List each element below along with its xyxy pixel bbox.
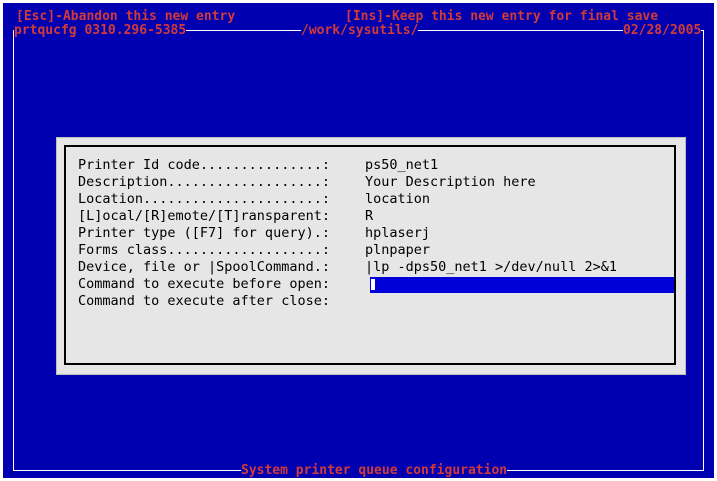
field-value[interactable]: Your Description here — [365, 174, 536, 191]
program-version-label: prtqucfg 0310.296-5385 — [14, 23, 187, 38]
printer-entry-form: Printer Id code...............: ps50_net… — [56, 137, 686, 375]
ins-keep-hint[interactable]: [Ins]-Keep this new entry for final save — [345, 9, 659, 24]
field-label: Command to execute after close: — [78, 293, 330, 309]
field-label: Forms class...................: — [78, 242, 330, 258]
field-label: Location......................: — [78, 191, 330, 207]
date-label: 02/28/2005 — [623, 23, 702, 38]
right-border-line — [703, 30, 704, 471]
text-cursor — [371, 279, 375, 290]
field-value[interactable]: location — [365, 191, 430, 208]
esc-abandon-hint[interactable]: [Esc]-Abandon this new entry — [16, 9, 236, 24]
field-value[interactable]: hplaserj — [365, 225, 430, 242]
field-label: Command to execute before open: — [78, 276, 330, 292]
field-value[interactable]: plnpaper — [365, 242, 430, 259]
form-frame: Printer Id code...............: ps50_net… — [64, 145, 676, 365]
active-input-field[interactable] — [370, 277, 674, 293]
field-value[interactable]: ps50_net1 — [365, 157, 438, 174]
working-path-label: /work/sysutils/ — [301, 23, 419, 38]
field-label: Description...................: — [78, 174, 330, 190]
terminal-screen: [Esc]-Abandon this new entry [Ins]-Keep … — [3, 3, 714, 478]
screen-title: System printer queue configuration — [241, 463, 508, 478]
field-value[interactable]: R — [365, 208, 373, 225]
left-border-line — [13, 30, 14, 471]
field-label: [L]ocal/[R]emote/[T]ransparent: — [78, 208, 330, 224]
field-label: Printer Id code...............: — [78, 157, 330, 173]
field-label: Device, file or |SpoolCommand.: — [78, 259, 330, 275]
field-label: Printer type ([F7] for query).: — [78, 225, 330, 241]
field-value[interactable]: |lp -dps50_net1 >/dev/null 2>&1 — [365, 259, 617, 276]
